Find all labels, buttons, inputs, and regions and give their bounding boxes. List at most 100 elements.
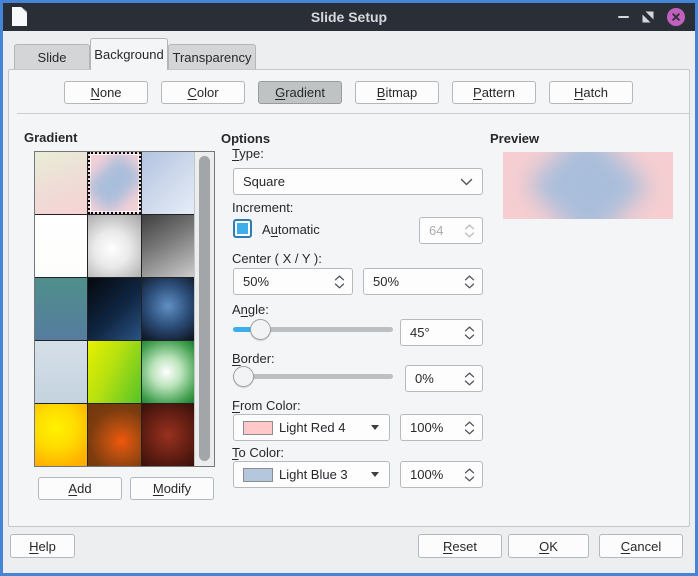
gradient-preview [503, 152, 673, 219]
gradient-swatch[interactable] [88, 152, 140, 214]
gradient-swatch[interactable] [88, 215, 140, 277]
fill-type-hatch-button[interactable]: Hatch [549, 81, 633, 104]
titlebar[interactable]: Slide Setup [3, 3, 695, 31]
ok-button[interactable]: OK [508, 534, 589, 558]
fill-type-button-row: None Color Gradient Bitmap Pattern Hatch [64, 81, 633, 104]
gradient-swatch[interactable] [142, 215, 194, 277]
spin-down-icon[interactable] [464, 475, 475, 482]
center-y-spinbox[interactable]: 50% [363, 268, 483, 295]
chevron-down-icon [460, 178, 473, 186]
tab-transparency-label: Transparency [173, 50, 252, 65]
gradient-swatch[interactable] [142, 152, 194, 214]
gradient-swatch-grid [35, 152, 194, 466]
center-x-spinbox[interactable]: 50% [233, 268, 353, 295]
dropdown-arrow-icon [371, 472, 379, 477]
minimize-icon[interactable] [618, 16, 629, 18]
preview-section-label: Preview [490, 131, 539, 146]
type-select-value: Square [243, 174, 285, 189]
close-button[interactable] [667, 8, 685, 26]
add-button[interactable]: Add [38, 477, 122, 500]
spin-down-icon[interactable] [464, 428, 475, 435]
from-color-select[interactable]: Light Red 4 [233, 414, 390, 441]
automatic-checkbox-label: Automatic [262, 222, 320, 237]
slider-thumb[interactable] [233, 366, 254, 387]
to-opacity-spinbox[interactable]: 100% [400, 461, 483, 488]
gradient-preset-list [34, 151, 215, 467]
increment-value: 64 [429, 223, 443, 238]
close-icon [671, 12, 681, 22]
window-title: Slide Setup [3, 9, 695, 25]
border-label: Border: [232, 351, 275, 366]
to-color-label: To Color: [232, 445, 284, 460]
from-color-label: From Color: [232, 398, 301, 413]
border-slider[interactable] [233, 365, 393, 389]
type-select[interactable]: Square [233, 168, 483, 195]
angle-label: Angle: [232, 302, 269, 317]
gradient-swatch[interactable] [142, 404, 194, 466]
automatic-checkbox[interactable] [233, 219, 252, 238]
gradient-swatch[interactable] [35, 278, 87, 340]
tab-slide[interactable]: Slide [14, 44, 90, 70]
fill-type-pattern-button[interactable]: Pattern [452, 81, 536, 104]
preview-center-gradient [526, 152, 649, 219]
center-y-value: 50% [373, 274, 399, 289]
spin-up-icon[interactable] [334, 274, 345, 281]
tab-transparency[interactable]: Transparency [168, 44, 256, 70]
to-color-select[interactable]: Light Blue 3 [233, 461, 390, 488]
gradient-swatch[interactable] [35, 341, 87, 403]
gradient-swatch[interactable] [35, 215, 87, 277]
slider-track[interactable] [233, 374, 393, 379]
angle-value: 45° [410, 325, 430, 340]
border-spinbox[interactable]: 0% [405, 365, 483, 392]
help-button[interactable]: Help [10, 534, 75, 558]
spin-down-icon[interactable] [464, 333, 475, 340]
to-color-swatch [243, 468, 273, 482]
separator-line [17, 113, 689, 114]
fill-type-gradient-button[interactable]: Gradient [258, 81, 342, 104]
to-color-value: Light Blue 3 [279, 467, 348, 482]
gradient-swatch[interactable] [88, 341, 140, 403]
angle-slider[interactable] [233, 318, 393, 342]
increment-spinbox: 64 [419, 217, 483, 244]
spin-up-icon[interactable] [464, 274, 475, 281]
angle-spinbox[interactable]: 45° [400, 319, 483, 346]
spin-down-icon[interactable] [464, 379, 475, 386]
increment-label: Increment: [232, 200, 293, 215]
spin-up-icon[interactable] [464, 420, 475, 427]
gradient-swatch[interactable] [88, 278, 140, 340]
gradient-swatch[interactable] [35, 152, 87, 214]
tab-background-label: Background [94, 47, 163, 62]
tab-slide-label: Slide [38, 50, 67, 65]
swatch-center-gradient [88, 152, 140, 214]
dropdown-arrow-icon [371, 425, 379, 430]
gradient-swatch[interactable] [142, 278, 194, 340]
from-opacity-value: 100% [410, 420, 443, 435]
cancel-button[interactable]: Cancel [599, 534, 683, 558]
to-opacity-value: 100% [410, 467, 443, 482]
modify-button[interactable]: Modify [130, 477, 214, 500]
gradient-swatch[interactable] [88, 404, 140, 466]
from-opacity-spinbox[interactable]: 100% [400, 414, 483, 441]
spin-up-icon[interactable] [464, 325, 475, 332]
reset-button[interactable]: Reset [418, 534, 502, 558]
type-label: Type: [232, 146, 264, 161]
gradient-swatch[interactable] [142, 341, 194, 403]
spin-down-icon[interactable] [464, 231, 475, 238]
tab-background[interactable]: Background [90, 38, 168, 70]
spin-up-icon[interactable] [464, 223, 475, 230]
fill-type-color-button[interactable]: Color [161, 81, 245, 104]
gradient-list-scrollbar[interactable] [194, 152, 214, 466]
from-color-value: Light Red 4 [279, 420, 346, 435]
spin-up-icon[interactable] [464, 467, 475, 474]
slider-thumb[interactable] [250, 319, 271, 340]
gradient-swatch[interactable] [35, 404, 87, 466]
fill-type-bitmap-button[interactable]: Bitmap [355, 81, 439, 104]
slide-setup-dialog: Slide Setup Slide Background Transparenc… [0, 0, 698, 576]
spin-down-icon[interactable] [334, 282, 345, 289]
scrollbar-thumb[interactable] [199, 156, 210, 461]
spin-down-icon[interactable] [464, 282, 475, 289]
fill-type-none-button[interactable]: None [64, 81, 148, 104]
restore-icon[interactable] [642, 11, 654, 23]
spin-up-icon[interactable] [464, 371, 475, 378]
center-label: Center ( X / Y ): [232, 251, 322, 266]
